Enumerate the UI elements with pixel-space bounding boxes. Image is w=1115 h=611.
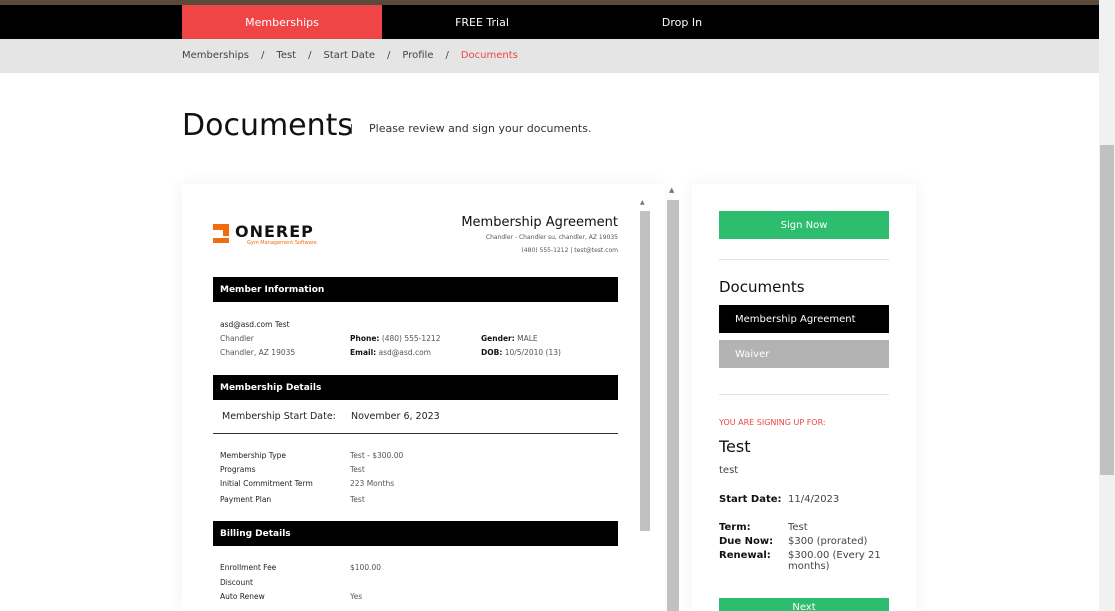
sidebar-divider [719,259,889,260]
detail-label: Membership Type [220,451,286,460]
detail-value: Test [350,495,365,504]
member-email: Email: asd@asd.com [350,348,431,357]
detail-label: Programs [220,465,256,474]
due-now-value: $300 (prorated) [788,536,868,547]
term-label: Term: [719,522,751,533]
membership-start-row: Membership Start Date: November 6, 2023 [213,405,618,434]
dob-value: 10/5/2010 (13) [504,348,561,357]
start-date-label: Start Date: [719,494,782,505]
signing-for-label: YOU ARE SIGNING UP FOR: [719,418,826,427]
preview-outer-scrollbar[interactable]: ▲ [666,186,680,611]
onerep-logo: ONEREP Gym Management Software [213,224,317,246]
renewal-value-text: $300.00 (Every 21 months) [788,550,881,572]
gender-value: MALE [517,334,538,343]
breadcrumb: Memberships / Test / Start Date / Profil… [182,50,518,61]
tab-memberships[interactable]: Memberships [182,5,382,39]
sidebar-divider [719,394,889,395]
tab-drop-in[interactable]: Drop In [582,5,782,39]
member-dob: DOB: 10/5/2010 (13) [481,348,561,357]
member-gender: Gender: MALE [481,334,538,343]
agreement-title: Membership Agreement [461,215,618,230]
top-nav: Memberships FREE Trial Drop In [0,5,1099,39]
billing-label: Discount [220,578,253,587]
breadcrumb-memberships[interactable]: Memberships [182,50,249,61]
member-city-state-zip: Chandler, AZ 19035 [220,348,296,357]
page-scrollbar-thumb[interactable] [1100,145,1114,475]
breadcrumb-bar: Memberships / Test / Start Date / Profil… [0,39,1099,73]
breadcrumb-separator: / [308,50,312,61]
document-scrollbar[interactable]: ▲ [638,199,652,611]
detail-value: Test [350,465,365,474]
document-scrollbar-thumb[interactable] [640,211,650,531]
term-value: Test [788,522,808,533]
breadcrumb-test[interactable]: Test [276,50,296,61]
breadcrumb-separator: / [387,50,391,61]
agreement-address: Chandler - Chandler su, chandler, AZ 190… [485,234,618,241]
gender-label: Gender: [481,334,515,343]
documents-heading: Documents [719,278,805,296]
breadcrumb-start-date[interactable]: Start Date [323,50,375,61]
breadcrumb-separator: / [261,50,265,61]
plan-name: Test [719,437,751,456]
billing-value: Yes [350,592,363,601]
member-name: asd@asd.com Test [220,320,290,329]
page-subtitle: Please review and sign your documents. [369,122,592,135]
onerep-logo-icon [213,224,229,244]
member-city: Chandler [220,334,254,343]
email-label: Email: [350,348,377,357]
agreement-contact: (480) 555-1212 | test@test.com [521,247,618,254]
phone-value: (480) 555-1212 [381,334,441,343]
breadcrumb-profile[interactable]: Profile [402,50,433,61]
billing-details-heading: Billing Details [213,521,618,546]
plan-subtitle: test [719,465,739,476]
detail-label: Initial Commitment Term [220,479,313,488]
sign-now-button[interactable]: Sign Now [719,211,889,239]
document-item-membership-agreement[interactable]: Membership Agreement [719,305,889,333]
breadcrumb-separator: / [445,50,449,61]
breadcrumb-documents: Documents [460,50,518,61]
scroll-up-arrow-icon[interactable]: ▲ [669,186,674,194]
title-divider [351,124,352,134]
detail-value: Test - $300.00 [350,451,404,460]
page-title: Documents [182,108,354,143]
document-item-waiver[interactable]: Waiver [719,340,889,368]
due-now-label: Due Now: [719,536,774,547]
renewal-value: $300.00 (Every 21 months) [788,550,888,572]
billing-value: $100.00 [350,563,382,572]
start-date-value: 11/4/2023 [788,494,840,505]
logo-tagline: Gym Management Software [247,240,317,246]
membership-details-heading: Membership Details [213,375,618,400]
next-button[interactable]: Next [719,598,889,611]
member-info-heading: Member Information [213,277,618,302]
detail-label: Payment Plan [220,495,272,504]
billing-label: Auto Renew [220,592,265,601]
preview-outer-scrollbar-thumb[interactable] [667,200,679,611]
email-value: asd@asd.com [378,348,431,357]
member-phone: Phone: (480) 555-1212 [350,334,440,343]
tab-free-trial[interactable]: FREE Trial [382,5,582,39]
membership-start-value: November 6, 2023 [351,411,440,422]
membership-start-label: Membership Start Date: [222,411,336,422]
page-scrollbar[interactable] [1099,0,1115,611]
detail-value: 223 Months [350,479,395,488]
renewal-label: Renewal: [719,550,771,561]
phone-label: Phone: [350,334,380,343]
logo-name: ONEREP [235,222,314,241]
billing-label: Enrollment Fee [220,563,277,572]
scroll-up-arrow-icon[interactable]: ▲ [640,199,645,206]
dob-label: DOB: [481,348,503,357]
